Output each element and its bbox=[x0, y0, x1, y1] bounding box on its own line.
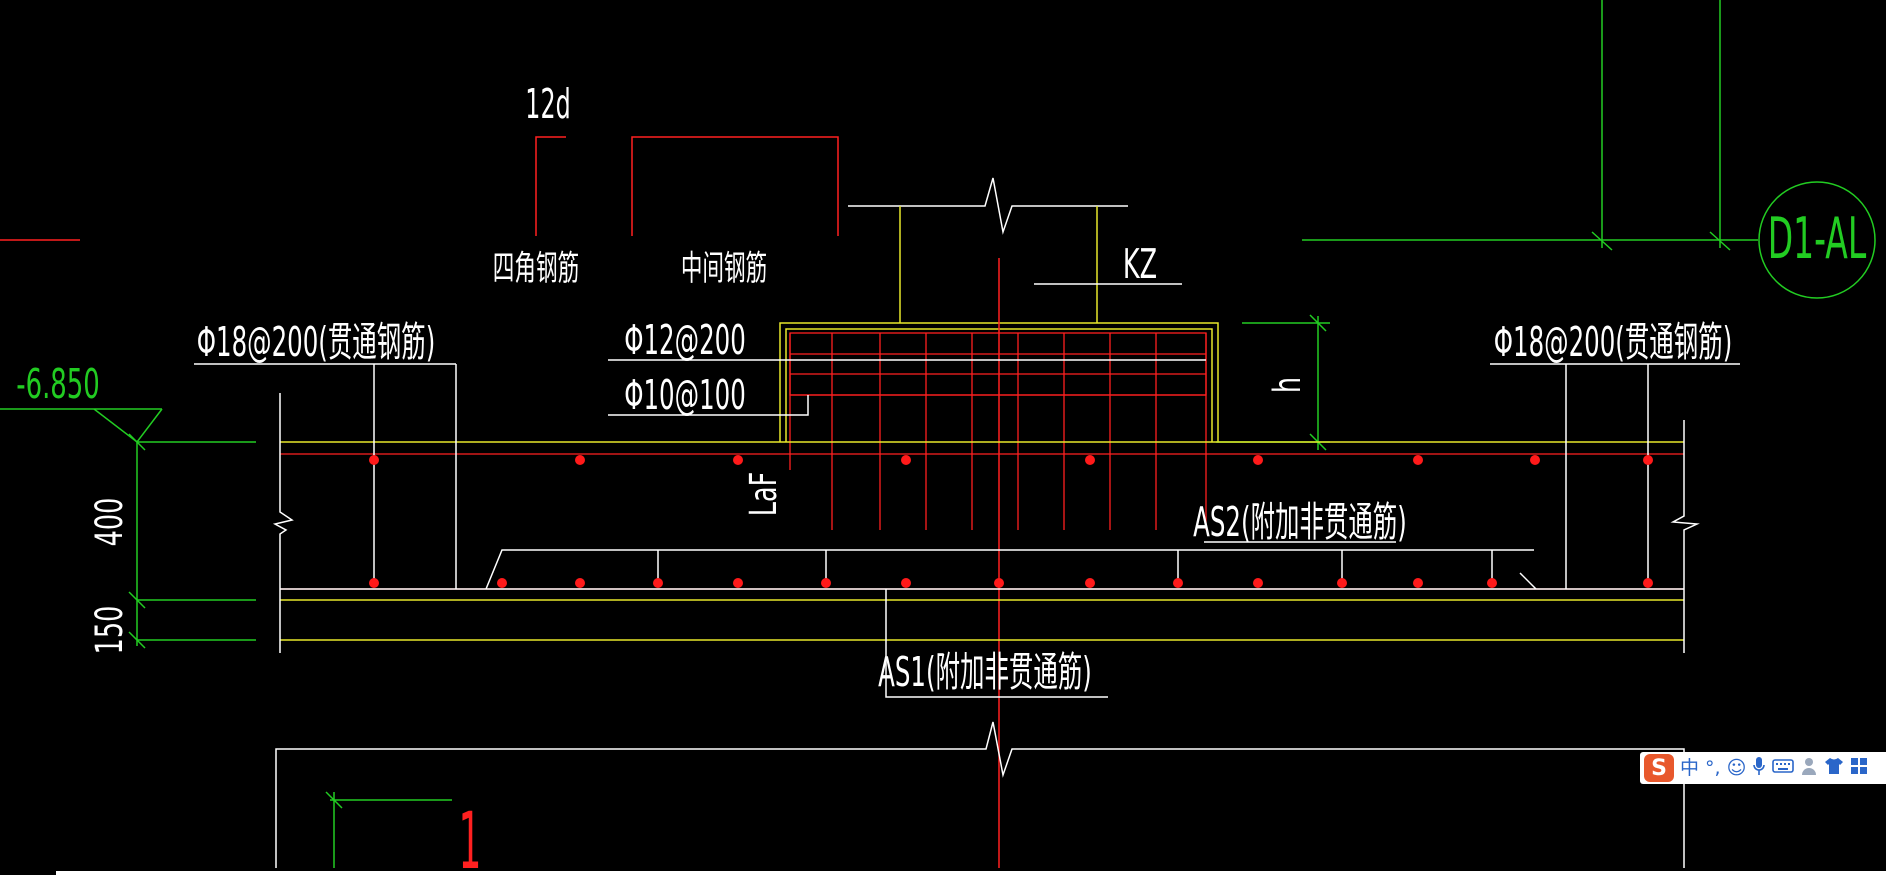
status-strip-fill bbox=[56, 871, 1886, 875]
label-corner-bars: 四角钢筋 bbox=[493, 248, 579, 289]
ime-toolbar[interactable]: S 中 °, ☺ bbox=[1640, 752, 1886, 784]
label-12d: 12d bbox=[525, 80, 570, 128]
smile-icon[interactable]: ☺ bbox=[1727, 758, 1747, 778]
keyboard-icon[interactable] bbox=[1772, 758, 1795, 778]
ime-mode-toggle[interactable]: 中 bbox=[1680, 758, 1699, 778]
grid-icon[interactable] bbox=[1850, 757, 1868, 779]
user-icon[interactable] bbox=[1800, 756, 1818, 780]
ime-punct-toggle[interactable]: °, bbox=[1705, 758, 1721, 778]
label-as2: AS2(附加非贯通筋) bbox=[1193, 498, 1407, 545]
label-dim-400: 400 bbox=[87, 498, 131, 547]
label-one: 1 bbox=[459, 797, 482, 875]
label-middle-bars: 中间钢筋 bbox=[681, 248, 767, 289]
label-kz: KZ bbox=[1123, 241, 1157, 289]
label-phi12: Φ12@200 bbox=[624, 316, 746, 363]
microphone-icon[interactable] bbox=[1752, 756, 1766, 780]
label-elevation: -6.850 bbox=[16, 361, 100, 409]
label-phi10: Φ10@100 bbox=[624, 371, 746, 418]
label-h: h bbox=[1265, 377, 1309, 393]
sogou-logo-icon[interactable]: S bbox=[1644, 754, 1674, 782]
cad-drawing[interactable]: D1-AL 12d 四角钢筋 中间钢筋 KZ Φ12@200 Φ10@100 h… bbox=[0, 0, 1886, 875]
label-as1: AS1(附加非贯通筋) bbox=[878, 648, 1092, 695]
label-phi18-left: Φ18@200(贯通钢筋) bbox=[197, 318, 436, 365]
label-phi18-right: Φ18@200(贯通钢筋) bbox=[1494, 318, 1733, 365]
label-laf: LaF bbox=[741, 472, 785, 516]
axis-label: D1-AL bbox=[1768, 207, 1867, 273]
shirt-icon[interactable] bbox=[1824, 757, 1844, 779]
label-dim-150: 150 bbox=[87, 606, 131, 655]
bottom-status-strip bbox=[0, 868, 1886, 875]
